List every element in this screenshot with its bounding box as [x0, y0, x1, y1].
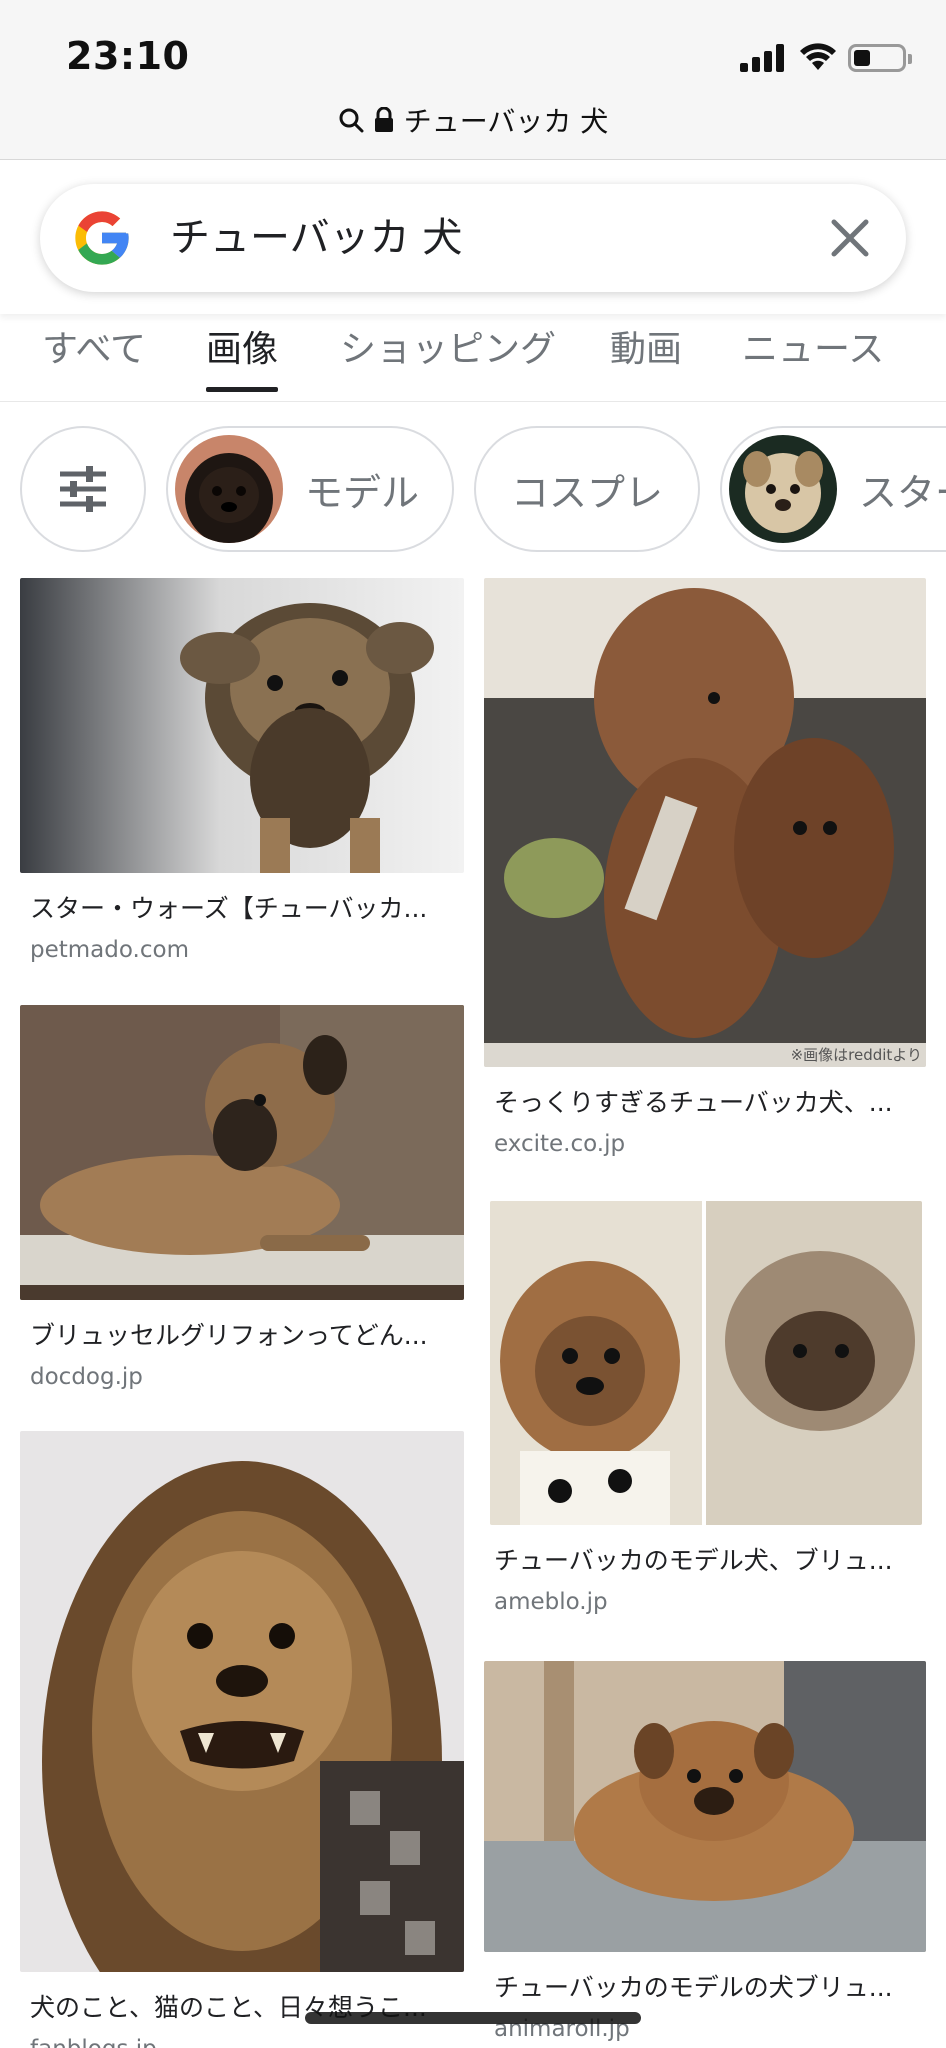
- result-title: ブリュッセルグリフォンってどん...: [30, 1321, 428, 1350]
- tab-shopping[interactable]: ショッピング: [340, 322, 556, 394]
- url-text: チューバッカ 犬: [403, 105, 609, 138]
- result-title: チューバッカのモデルの犬ブリュ...: [494, 1973, 893, 2002]
- url-bar[interactable]: チューバッカ 犬: [0, 98, 946, 142]
- result-source: docdog.jp: [30, 1364, 143, 1390]
- search-query: チューバッカ 犬: [170, 215, 463, 261]
- browser-chrome: 23:10 チューバッカ 犬: [0, 0, 946, 160]
- result-source: fanblogs.jp: [30, 2036, 464, 2048]
- chip-model[interactable]: モデル: [166, 426, 454, 552]
- search-box[interactable]: チューバッカ 犬: [40, 184, 906, 292]
- chip-cosplay[interactable]: コスプレ: [474, 426, 700, 552]
- image-result[interactable]: チューバッカのモデルの犬ブリュ... animaroll.jp: [484, 1661, 926, 2042]
- dog-thumbnail-image: [175, 435, 283, 543]
- search-tabs: すべて 画像 ショッピング 動画 ニュース: [0, 314, 946, 402]
- result-image[interactable]: [20, 1431, 464, 1972]
- result-image[interactable]: [490, 1201, 922, 1525]
- result-source: excite.co.jp: [494, 1131, 626, 1157]
- tab-news[interactable]: ニュース: [742, 322, 884, 394]
- chip-star[interactable]: スター: [720, 426, 946, 552]
- result-image[interactable]: [20, 578, 464, 873]
- cellular-signal-icon: [740, 44, 788, 72]
- tab-images[interactable]: 画像: [206, 322, 279, 394]
- clear-search-icon[interactable]: [822, 210, 878, 266]
- result-source: petmado.com: [30, 937, 189, 963]
- search-header: チューバッカ 犬: [0, 160, 946, 314]
- image-result[interactable]: スター・ウォーズ【チューバッカ... petmado.com: [20, 578, 464, 963]
- home-indicator[interactable]: [305, 2012, 641, 2024]
- result-source: ameblo.jp: [494, 1589, 608, 1615]
- lock-icon: [374, 107, 393, 132]
- result-image[interactable]: ※画像はredditより: [484, 578, 926, 1067]
- google-logo-icon: [75, 211, 129, 265]
- image-result[interactable]: チューバッカのモデル犬、ブリュ... ameblo.jp: [490, 1201, 922, 1615]
- image-result[interactable]: ブリュッセルグリフォンってどん... docdog.jp: [20, 1005, 464, 1390]
- battery-icon: [848, 44, 912, 72]
- search-icon: [339, 108, 364, 133]
- tab-videos[interactable]: 動画: [610, 322, 682, 394]
- result-title: チューバッカのモデル犬、ブリュ...: [494, 1546, 893, 1575]
- chip-model-label: モデル: [305, 470, 420, 515]
- chip-cosplay-label: コスプレ: [510, 470, 663, 515]
- image-result[interactable]: 犬のこと、猫のこと、日々想うこ... fanblogs.jp: [20, 1431, 464, 2048]
- chip-star-label: スター: [859, 470, 946, 515]
- image-result[interactable]: ※画像はredditより そっくりすぎるチューバッカ犬、... excite.c…: [484, 578, 926, 1157]
- filter-chips: モデル コスプレ スター: [0, 426, 946, 556]
- dog-thumbnail-image: [729, 435, 837, 543]
- result-title: スター・ウォーズ【チューバッカ...: [30, 894, 428, 923]
- result-image[interactable]: [484, 1661, 926, 1952]
- tune-icon: [60, 466, 106, 512]
- filter-settings-chip[interactable]: [20, 426, 146, 552]
- result-image[interactable]: [20, 1005, 464, 1300]
- tab-all[interactable]: すべて: [42, 322, 146, 394]
- status-time: 23:10: [66, 34, 190, 78]
- image-watermark: ※画像はredditより: [790, 1046, 922, 1064]
- result-title: そっくりすぎるチューバッカ犬、...: [494, 1088, 893, 1117]
- wifi-icon: [800, 43, 836, 70]
